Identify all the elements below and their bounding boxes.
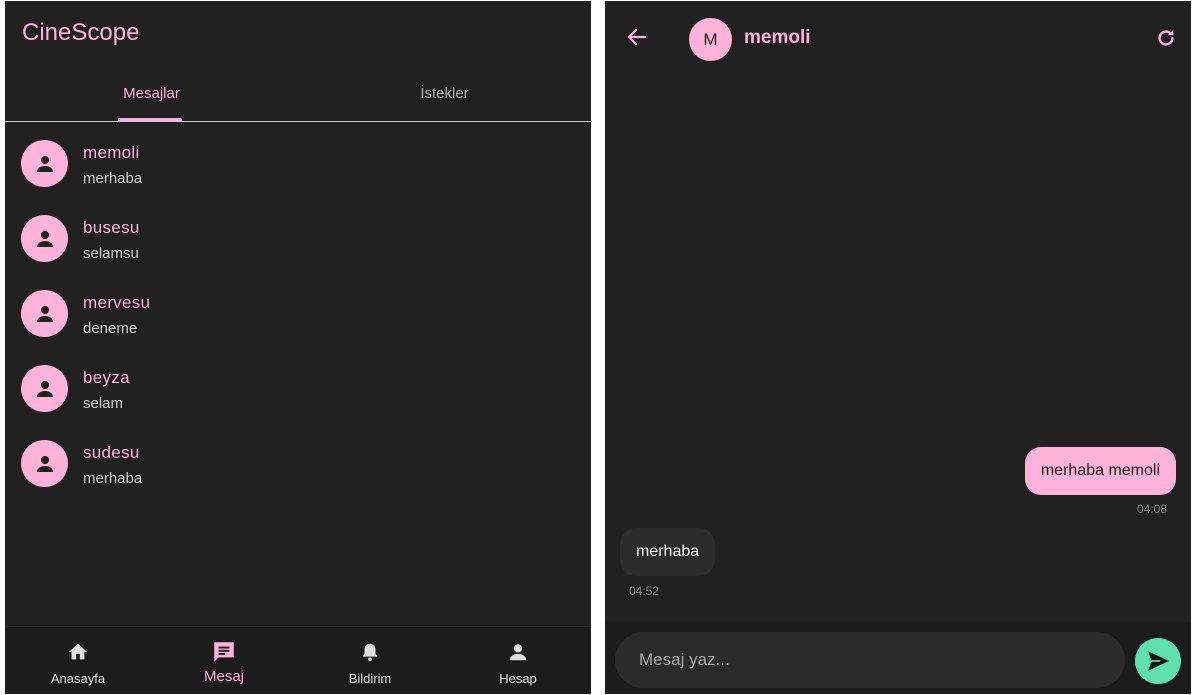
conversation-name: mervesu (83, 293, 151, 312)
send-icon (1148, 651, 1169, 671)
chat-header: M memoli (605, 1, 1191, 76)
conversation-preview: selam (83, 395, 124, 412)
nav-label: Anasayfa (50, 671, 106, 686)
nav-label: Mesaj (203, 668, 244, 685)
conversation-preview: selamsu (83, 245, 139, 262)
back-button[interactable] (623, 23, 651, 51)
home-icon (68, 643, 88, 660)
conversations-screen: CineScope Mesajlar İstekler memoli merha… (5, 1, 591, 694)
nav-label: Bildirim (348, 671, 392, 686)
tab-indicator (118, 118, 182, 121)
message-timestamp: 04:52 (629, 584, 660, 598)
tab-bar: Mesajlar İstekler (5, 65, 591, 122)
message-icon (214, 642, 234, 662)
avatar (21, 365, 68, 412)
conversation-preview: merhaba (83, 170, 143, 187)
tab-label: İstekler (420, 84, 469, 102)
tab-mesajlar[interactable]: Mesajlar (5, 65, 298, 121)
avatar (21, 440, 68, 487)
person-icon (36, 455, 53, 472)
nav-item-bildirim[interactable]: Bildirim (297, 627, 443, 694)
chat-screen: M memoli merhaba memoli 04:08 merhaba 04… (605, 1, 1191, 694)
avatar (21, 140, 68, 187)
bottom-navigation: Anasayfa Mesaj Bildirim Hesap (5, 626, 591, 694)
conversation-item-sudesu[interactable]: sudesu merhaba (5, 423, 591, 498)
avatar (21, 215, 68, 262)
send-button[interactable] (1135, 638, 1181, 684)
nav-label: Hesap (499, 671, 537, 686)
conversation-item-beyza[interactable]: beyza selam (5, 348, 591, 423)
nav-item-hesap[interactable]: Hesap (445, 627, 591, 694)
message-bubble-outgoing: merhaba memoli (1024, 447, 1176, 495)
message-bubble-incoming: merhaba (620, 528, 716, 576)
conversation-item-busesu[interactable]: busesu selamsu (5, 198, 591, 273)
person-icon (36, 230, 53, 247)
bell-icon (362, 643, 378, 662)
tab-label: Mesajlar (123, 84, 180, 102)
refresh-button[interactable] (1153, 25, 1179, 51)
nav-item-anasayfa[interactable]: Anasayfa (5, 627, 151, 694)
peer-avatar: M (689, 18, 732, 61)
conversation-item-mervesu[interactable]: mervesu deneme (5, 273, 591, 348)
message-timestamp: 04:08 (1136, 502, 1167, 516)
peer-name: memoli (744, 27, 811, 48)
conversation-list: memoli merhaba busesu selamsu mervesu de… (5, 123, 591, 498)
message-text: merhaba memoli (1040, 462, 1160, 479)
avatar (21, 290, 68, 337)
nav-item-mesaj[interactable]: Mesaj (151, 627, 297, 694)
conversation-name: sudesu (83, 443, 140, 462)
conversation-name: beyza (83, 368, 130, 387)
conversation-preview: merhaba (83, 470, 143, 487)
refresh-icon (1158, 29, 1174, 46)
conversation-item-memoli[interactable]: memoli merhaba (5, 123, 591, 198)
conversation-name: busesu (83, 218, 140, 237)
tab-istekler[interactable]: İstekler (298, 65, 591, 121)
app-title: CineScope (22, 19, 140, 46)
person-icon (36, 380, 53, 397)
message-composer (605, 622, 1191, 694)
arrow-left-icon (627, 28, 647, 46)
person-icon (509, 644, 527, 661)
person-icon (36, 155, 53, 172)
message-text: merhaba (636, 543, 700, 560)
conversation-name: memoli (83, 143, 140, 162)
person-icon (36, 305, 53, 322)
message-input[interactable] (615, 632, 1125, 688)
conversation-preview: deneme (83, 320, 138, 337)
